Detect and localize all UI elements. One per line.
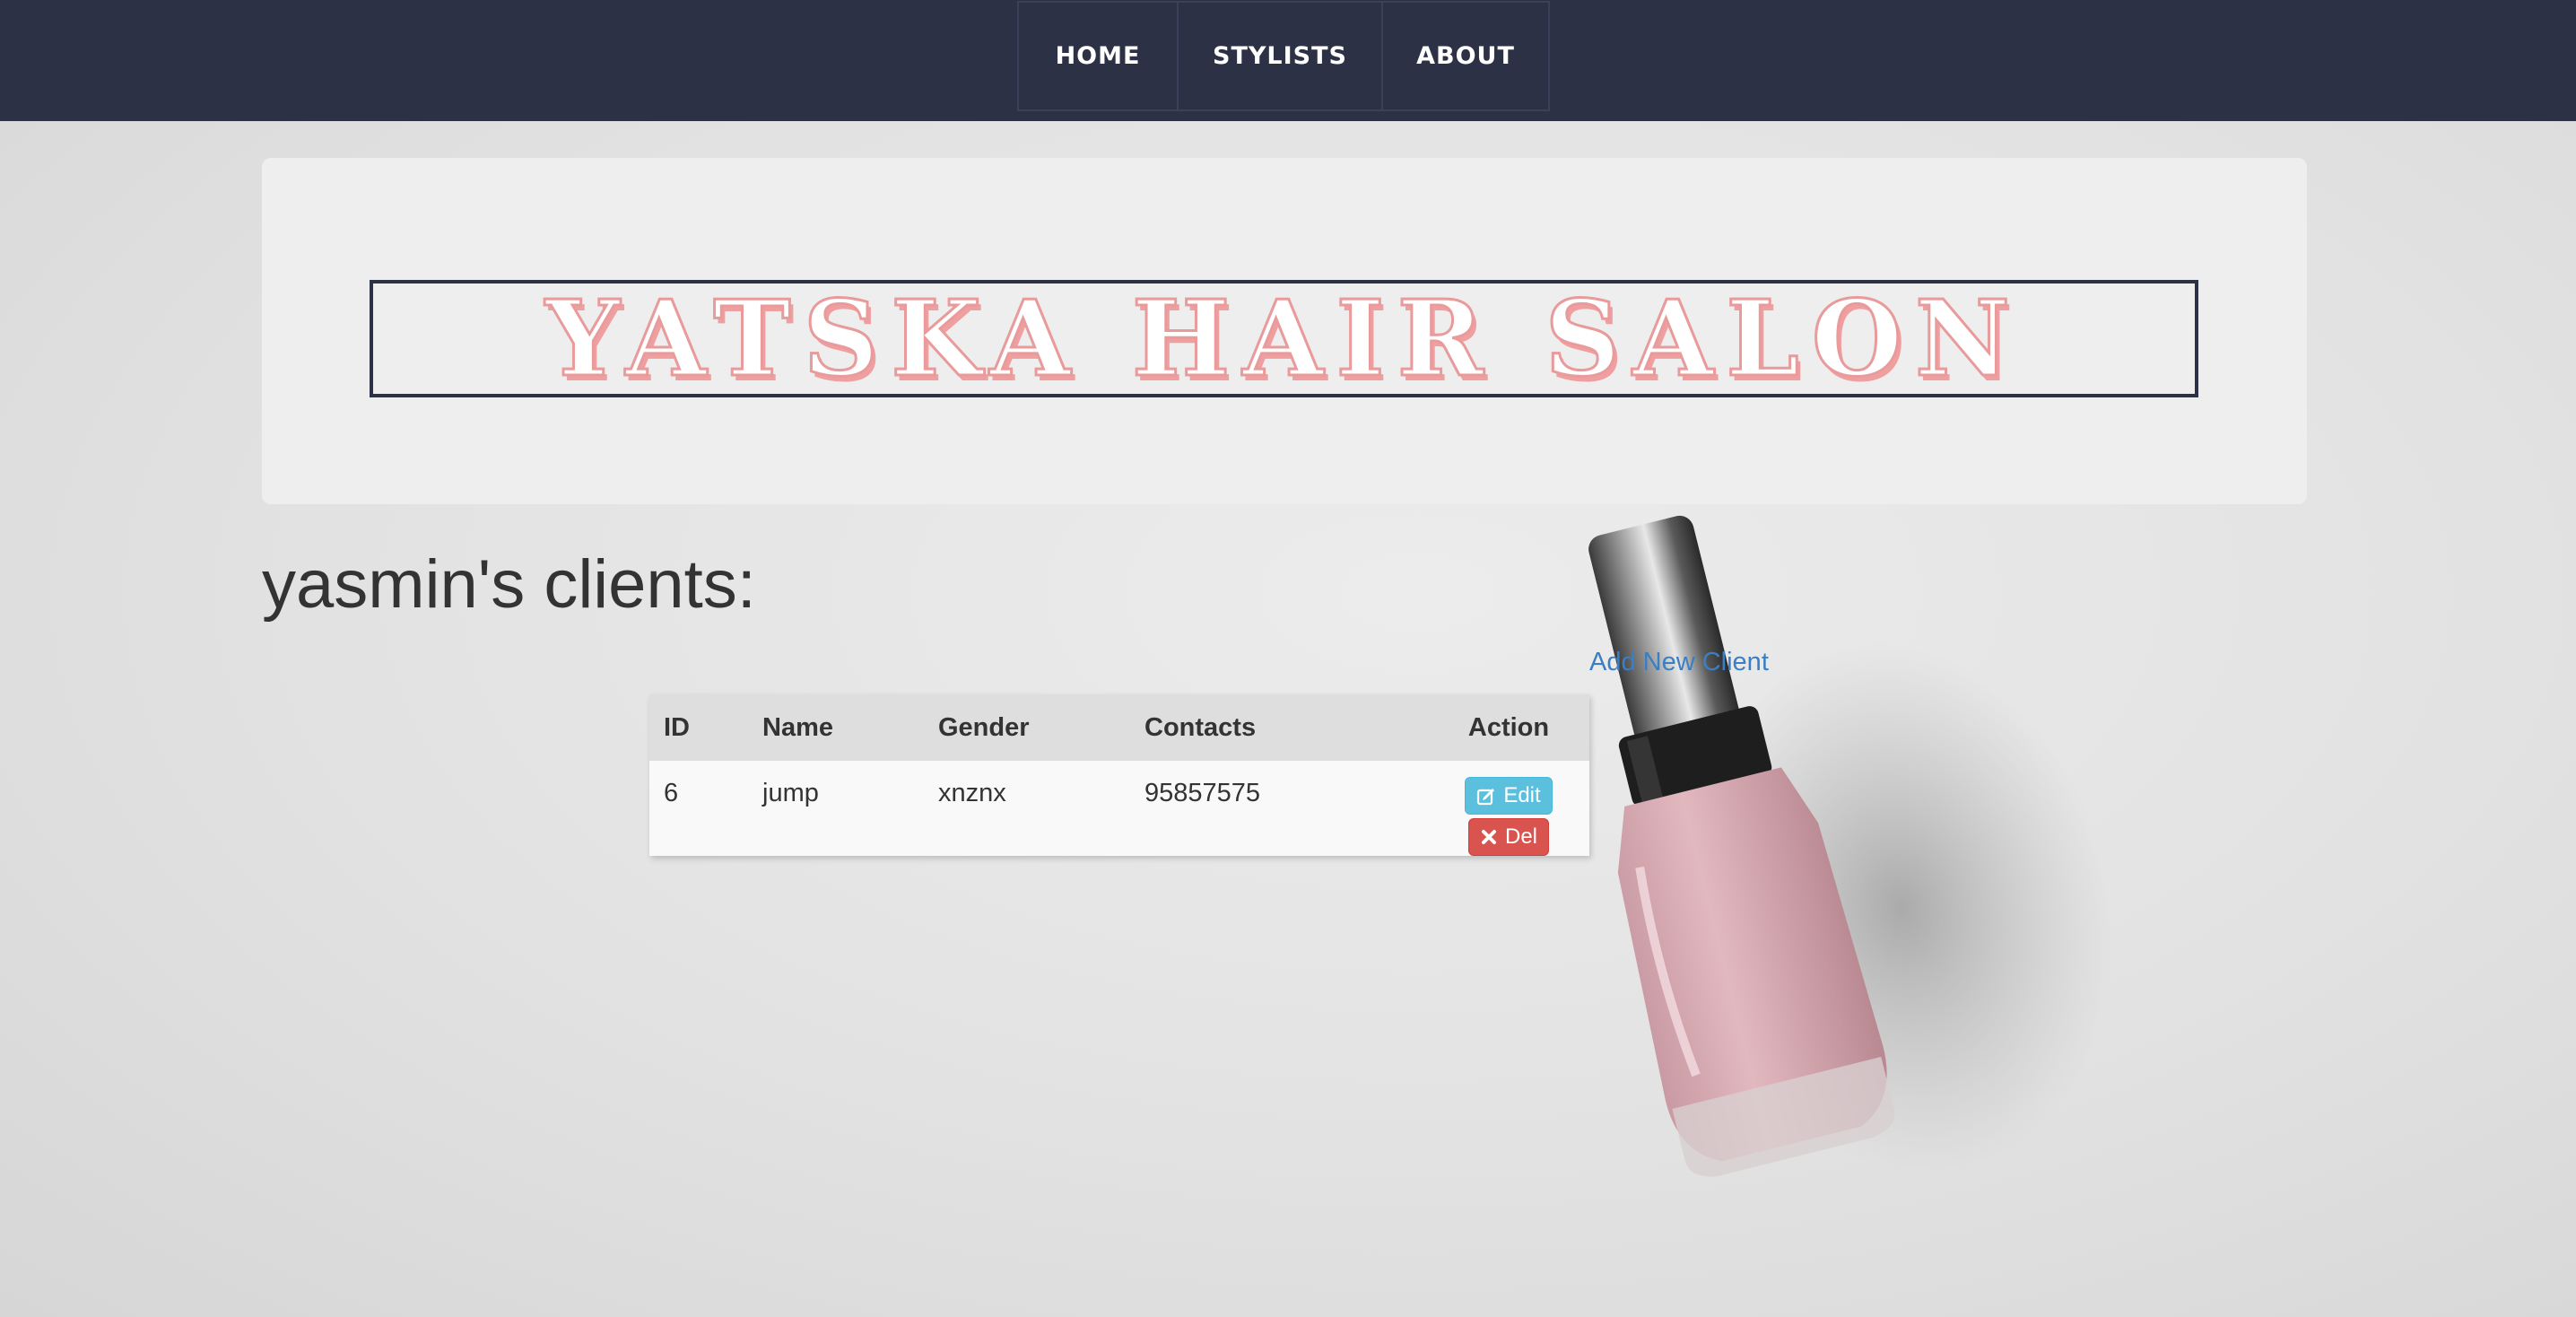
top-navbar: HOME STYLISTS ABOUT: [0, 0, 2576, 121]
row-actions: Edit Del: [1442, 777, 1575, 856]
clients-table: ID Name Gender Contacts Action 6 jump xn…: [649, 694, 1589, 856]
close-x-icon: [1481, 830, 1496, 844]
edit-button-label: Edit: [1503, 783, 1541, 807]
cell-gender: xnznx: [938, 779, 1006, 807]
column-header-contacts: Contacts: [1144, 712, 1257, 742]
table-header-row: ID Name Gender Contacts Action: [649, 694, 1589, 761]
column-header-gender: Gender: [938, 712, 1030, 742]
header-jumbotron: YATSKA HAIR SALON: [262, 158, 2307, 504]
cell-name: jump: [762, 779, 819, 807]
cell-contacts: 95857575: [1144, 779, 1261, 807]
cell-action: Edit Del: [1428, 761, 1589, 856]
delete-button-label: Del: [1504, 824, 1537, 849]
nav-item-about[interactable]: ABOUT: [1381, 1, 1550, 111]
column-header-action: Action: [1467, 712, 1550, 742]
nail-polish-image: [1588, 515, 2112, 1177]
add-client-link[interactable]: Add New Client: [1589, 648, 1769, 677]
edit-square-icon: [1477, 789, 1495, 806]
column-header-id: ID: [664, 712, 690, 742]
delete-button[interactable]: Del: [1467, 818, 1549, 856]
nav-menu: HOME STYLISTS ABOUT: [1017, 1, 1550, 111]
column-header-name: Name: [762, 712, 833, 742]
edit-button[interactable]: Edit: [1465, 777, 1553, 815]
nav-item-stylists[interactable]: STYLISTS: [1177, 1, 1383, 111]
cell-id: 6: [664, 779, 679, 807]
salon-title-frame: YATSKA HAIR SALON: [370, 280, 2198, 397]
nav-item-home[interactable]: HOME: [1017, 1, 1179, 111]
page-title: yasmin's clients:: [262, 546, 756, 623]
table-row: 6 jump xnznx 95857575 Edit Del: [649, 761, 1589, 856]
salon-title: YATSKA HAIR SALON: [544, 277, 2023, 400]
